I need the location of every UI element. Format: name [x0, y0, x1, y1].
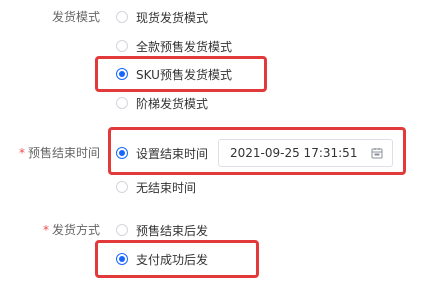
radio-option-tiered-shipping[interactable]: 阶梯发货模式 — [116, 94, 208, 112]
radio-circle[interactable] — [116, 97, 128, 109]
required-mark: * — [42, 223, 49, 237]
radio-circle-selected[interactable] — [116, 253, 128, 265]
radio-option-full-presale-shipping[interactable]: 全款预售发货模式 — [116, 37, 232, 55]
radio-circle[interactable] — [116, 40, 128, 52]
radio-option-sku-presale-shipping[interactable]: SKU预售发货模式 — [116, 65, 232, 83]
radio-option-set-end-time[interactable]: 设置结束时间 — [116, 144, 208, 162]
radio-option-label: 阶梯发货模式 — [136, 96, 209, 111]
radio-option-no-end-time[interactable]: 无结束时间 — [116, 178, 196, 196]
radio-option-label: 设置结束时间 — [136, 146, 209, 161]
radio-option-ship-after-presale-end[interactable]: 预售结束后发 — [116, 221, 208, 239]
radio-option-label: SKU预售发货模式 — [136, 67, 232, 82]
delivery-method-label: * 发货方式 — [42, 223, 100, 237]
radio-option-label: 无结束时间 — [136, 180, 197, 195]
radio-option-label: 全款预售发货模式 — [136, 39, 233, 54]
end-datetime-input[interactable]: 2021-09-25 17:31:51 — [218, 139, 393, 167]
radio-option-label: 现货发货模式 — [136, 10, 209, 25]
required-mark: * — [18, 146, 25, 160]
presale-end-time-label: * 预售结束时间 — [18, 146, 100, 160]
end-datetime-value[interactable]: 2021-09-25 17:31:51 — [230, 146, 370, 160]
radio-circle[interactable] — [116, 181, 128, 193]
radio-option-label: 支付成功后发 — [136, 252, 209, 267]
radio-option-label: 预售结束后发 — [136, 223, 209, 238]
shipping-mode-label: 发货模式 — [51, 10, 100, 24]
calendar-icon[interactable] — [370, 146, 384, 160]
radio-circle[interactable] — [116, 11, 128, 23]
radio-option-spot-shipping[interactable]: 现货发货模式 — [116, 8, 208, 26]
radio-option-ship-after-payment[interactable]: 支付成功后发 — [116, 250, 208, 268]
radio-circle-selected[interactable] — [116, 68, 128, 80]
radio-circle-selected[interactable] — [116, 147, 128, 159]
radio-circle[interactable] — [116, 224, 128, 236]
